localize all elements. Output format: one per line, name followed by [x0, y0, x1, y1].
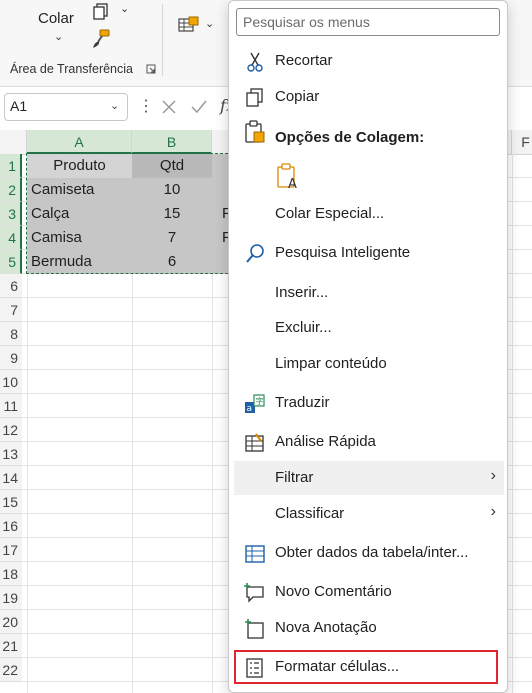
menu-item-delete[interactable]: Excluir... [234, 311, 504, 345]
chevron-down-icon[interactable]: ⌄ [54, 30, 63, 43]
dialog-launcher-icon[interactable] [146, 64, 156, 74]
translate-icon: a 字 [245, 394, 265, 414]
select-all-corner[interactable] [0, 130, 27, 154]
more-icon[interactable]: ⋮ [138, 96, 154, 116]
menu-item-label: Novo Comentário [275, 583, 392, 600]
menu-item-label: Colar Especial... [275, 205, 385, 222]
table-cell[interactable]: 6 [132, 250, 212, 274]
paste-icon[interactable]: A [276, 162, 302, 190]
clipboard-paste-icon [245, 120, 265, 143]
row-header[interactable]: 11 [0, 394, 22, 418]
menu-item-label: Análise Rápida [275, 433, 376, 450]
chevron-down-icon[interactable]: ⌄ [120, 2, 129, 15]
menu-item-label: Obter dados da tabela/inter... [275, 544, 469, 561]
menu-item-label: Traduzir [275, 394, 330, 411]
menu-item-sort[interactable]: Classificar › [234, 497, 504, 531]
chevron-down-icon[interactable]: ⌄ [110, 99, 119, 112]
menu-item-get-data[interactable]: Obter dados da tabela/inter... [234, 536, 504, 570]
menu-item-paste-special[interactable]: Colar Especial... [234, 197, 504, 231]
menu-item-translate[interactable]: a 字 Traduzir [234, 386, 504, 420]
row-header[interactable]: 20 [0, 610, 22, 634]
table-cell[interactable]: Bermuda [27, 250, 132, 274]
menu-item-clear-contents[interactable]: Limpar conteúdo [234, 347, 504, 381]
menu-item-label: Pesquisa Inteligente [275, 244, 411, 261]
svg-text:字: 字 [256, 396, 264, 406]
table-data-icon [245, 545, 265, 563]
row-header[interactable]: 10 [0, 370, 22, 394]
row-header[interactable]: 4 [0, 226, 22, 250]
name-box-value: A1 [10, 98, 28, 114]
clipboard-group-label: Área de Transferência [10, 62, 133, 76]
paste-button[interactable]: Colar [38, 10, 74, 27]
chevron-down-icon[interactable]: ⌄ [205, 17, 214, 30]
row-header[interactable]: 6 [0, 274, 22, 298]
column-header-b[interactable]: B [132, 130, 212, 154]
row-header[interactable]: 5 [0, 250, 22, 274]
menu-item-new-comment[interactable]: Novo Comentário [234, 575, 504, 609]
menu-item-label: Excluir... [275, 319, 332, 336]
row-header[interactable]: 2 [0, 178, 22, 202]
copy-icon[interactable] [92, 2, 110, 20]
svg-text:A: A [288, 177, 297, 190]
format-painter-icon[interactable] [90, 28, 112, 50]
menu-item-new-note[interactable]: Nova Anotação [234, 611, 504, 645]
menu-item-label: Limpar conteúdo [275, 355, 387, 372]
menu-item-label: Copiar [275, 88, 320, 105]
row-header[interactable]: 13 [0, 442, 22, 466]
table-cell[interactable]: 10 [132, 178, 212, 202]
chevron-right-icon: › [490, 467, 496, 484]
table-cell[interactable]: 7 [132, 226, 212, 250]
table-header-cell[interactable]: Qtd [132, 154, 212, 178]
highlight-annotation [234, 650, 498, 684]
row-header[interactable]: 15 [0, 490, 22, 514]
row-header[interactable]: 9 [0, 346, 22, 370]
row-header[interactable]: 8 [0, 322, 22, 346]
row-header[interactable]: 14 [0, 466, 22, 490]
smart-lookup-icon [246, 244, 264, 263]
row-header[interactable]: 16 [0, 514, 22, 538]
grid-line [512, 154, 513, 693]
menu-item-insert[interactable]: Inserir... [234, 276, 504, 310]
row-header[interactable]: 18 [0, 562, 22, 586]
table-cell[interactable]: Camiseta [27, 178, 132, 202]
menu-item-cut[interactable]: Recortar [234, 44, 504, 78]
menu-item-smart-lookup[interactable]: Pesquisa Inteligente [234, 236, 504, 270]
check-icon[interactable] [190, 98, 208, 116]
row-header[interactable]: 19 [0, 586, 22, 610]
menu-search-input[interactable] [236, 8, 500, 36]
row-header[interactable]: 21 [0, 634, 22, 658]
row-header[interactable]: 1 [0, 154, 22, 178]
row-header[interactable]: 3 [0, 202, 22, 226]
menu-item-label: Inserir... [275, 284, 329, 301]
menu-item-quick-analysis[interactable]: Análise Rápida [234, 425, 504, 459]
quick-analysis-icon [245, 433, 264, 452]
scissors-icon [247, 52, 263, 72]
table-cell[interactable]: 15 [132, 202, 212, 226]
column-header-f[interactable]: F [512, 130, 532, 154]
table-cell[interactable]: Camisa [27, 226, 132, 250]
menu-item-label: Nova Anotação [275, 619, 377, 636]
menu-item-filter[interactable]: Filtrar › [234, 461, 504, 495]
table-header-cell[interactable]: Produto [27, 154, 132, 178]
menu-item-label: Filtrar [275, 469, 314, 486]
cell-styles-icon[interactable] [178, 16, 200, 34]
svg-text:a: a [247, 404, 253, 414]
row-header[interactable]: 12 [0, 418, 22, 442]
copy-icon [246, 88, 263, 107]
note-icon [245, 619, 264, 639]
chevron-right-icon: › [490, 503, 496, 520]
menu-item-label: Recortar [275, 52, 333, 69]
row-header[interactable]: 7 [0, 298, 22, 322]
cancel-icon[interactable] [160, 98, 178, 116]
row-header[interactable]: 17 [0, 538, 22, 562]
paste-options-header: Opções de Colagem: [275, 129, 425, 146]
table-cell[interactable]: Calça [27, 202, 132, 226]
menu-item-label: Classificar [275, 505, 345, 522]
menu-item-copy[interactable]: Copiar [234, 80, 504, 114]
comment-icon [244, 583, 264, 603]
column-header-a[interactable]: A [27, 130, 132, 154]
row-header[interactable]: 22 [0, 658, 22, 682]
ribbon-divider [162, 4, 163, 76]
